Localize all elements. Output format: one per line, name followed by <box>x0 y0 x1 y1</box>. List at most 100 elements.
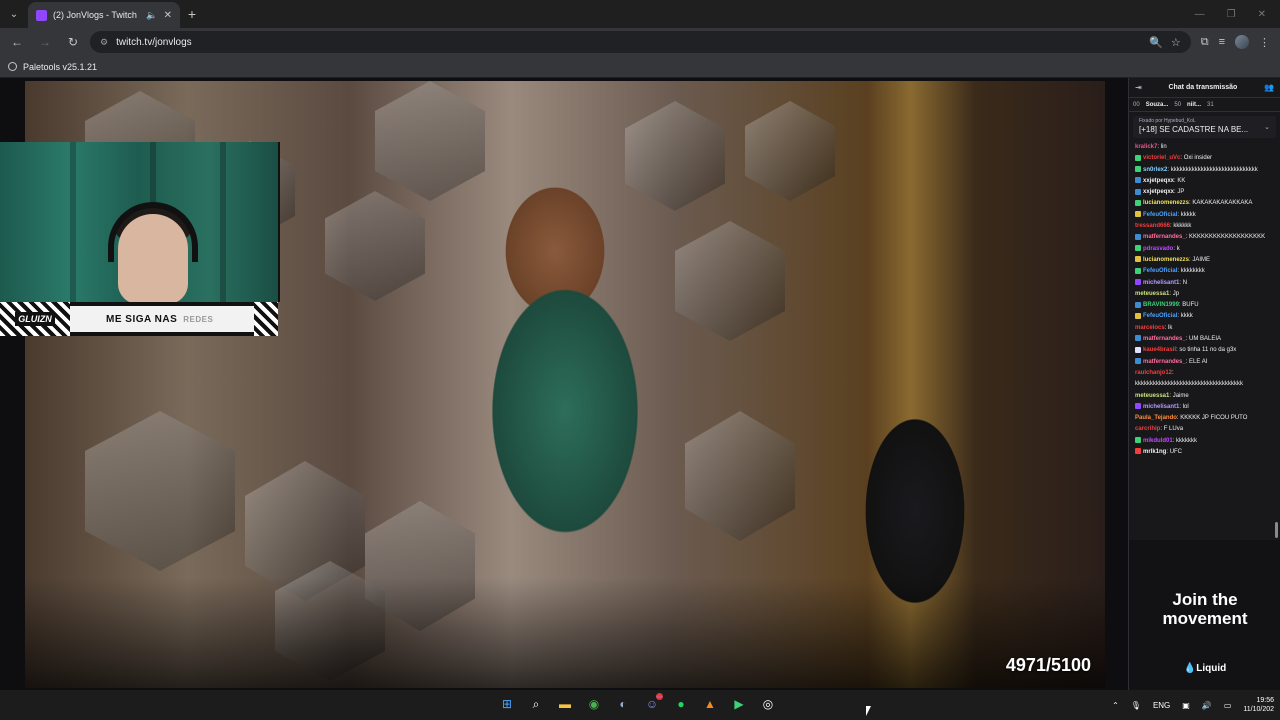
maximize-icon[interactable]: ❐ <box>1227 9 1236 20</box>
minimize-icon[interactable]: — <box>1195 9 1205 20</box>
chat-badge-icon[interactable] <box>1135 233 1141 240</box>
tab-title: (2) JonVlogs - Twitch <box>53 10 137 20</box>
chat-username[interactable]: matfernandes_ <box>1143 234 1186 240</box>
tab-close-icon[interactable]: ✕ <box>164 10 172 21</box>
chat-text: Jp <box>1172 290 1180 297</box>
leaderboard-rank: 00 <box>1133 101 1140 108</box>
search-icon[interactable]: ⌕ <box>525 693 547 715</box>
chat-badge-icon[interactable] <box>1135 245 1141 252</box>
zoom-icon[interactable]: 🔍 <box>1149 36 1163 49</box>
chat-badge-icon[interactable] <box>1135 358 1141 365</box>
chat-badge-icon[interactable] <box>1135 211 1141 218</box>
app-icon-circle[interactable]: ◎ <box>757 693 779 715</box>
discord-icon[interactable]: ☺ 99+ <box>641 693 663 715</box>
windows-start-icon[interactable]: ⊞ <box>496 693 518 715</box>
network-icon[interactable]: ▣ <box>1182 701 1190 710</box>
tab-search-button[interactable]: ⌄ <box>0 0 28 28</box>
paletools-icon[interactable] <box>8 62 17 71</box>
chat-badge-icon[interactable] <box>1135 403 1141 410</box>
chat-username[interactable]: victoriel_uVc <box>1143 155 1180 161</box>
chat-badge-icon[interactable] <box>1135 437 1141 444</box>
chat-badge-icon[interactable] <box>1135 346 1141 353</box>
chat-username[interactable]: sn0rlex2 <box>1143 167 1167 173</box>
reload-button[interactable]: ↻ <box>62 31 84 53</box>
tray-overflow-icon[interactable]: ⌃ <box>1112 701 1119 710</box>
chat-username[interactable]: michelisant1 <box>1143 280 1179 286</box>
chat-text: JP <box>1177 189 1185 196</box>
chat-badge-icon[interactable] <box>1135 312 1141 319</box>
tab-audio-icon[interactable]: 🔈 <box>146 10 157 21</box>
chat-username[interactable]: michelisant1 <box>1143 404 1179 410</box>
chat-username[interactable]: FefeuOficial <box>1143 212 1177 218</box>
chat-username[interactable]: Paula_Tejando <box>1135 415 1177 421</box>
chat-badge-icon[interactable] <box>1135 256 1141 263</box>
spotify-icon[interactable]: ● <box>670 693 692 715</box>
forward-button[interactable]: → <box>34 31 56 53</box>
chat-badge-icon[interactable] <box>1135 166 1141 173</box>
volume-icon[interactable]: 🔊 <box>1202 701 1212 710</box>
community-icon[interactable]: 👥 <box>1264 83 1274 92</box>
chat-username[interactable]: meteuessa1 <box>1135 291 1169 297</box>
app-icon-orange[interactable]: ▲ <box>699 693 721 715</box>
chat-username[interactable]: lucianomenezzs <box>1143 257 1189 263</box>
chat-username[interactable]: lucianomenezzs <box>1143 200 1189 206</box>
battery-icon[interactable]: ▭ <box>1224 701 1232 710</box>
chat-username[interactable]: mikduld01 <box>1143 438 1173 444</box>
chat-scrollbar[interactable] <box>1275 522 1278 538</box>
chat-username[interactable]: mrlk1ng <box>1143 449 1166 455</box>
chat-username[interactable]: matfernandes_ <box>1143 359 1186 365</box>
extensions-icon[interactable]: ⧉ <box>1201 36 1209 49</box>
clock[interactable]: 19:56 11/10/202 <box>1243 696 1274 714</box>
chat-username[interactable]: BRAVIN1999 <box>1143 302 1179 308</box>
pinned-message[interactable]: Fixado por Hypebud_KoL [+18] SE CADASTRE… <box>1133 116 1276 138</box>
extension-label[interactable]: Paletools v25.1.21 <box>23 62 97 72</box>
chat-badge-icon[interactable] <box>1135 267 1141 274</box>
new-tab-button[interactable]: + <box>180 6 204 22</box>
chat-username[interactable]: FefeuOficial <box>1143 313 1177 319</box>
chat-username[interactable]: kralick7 <box>1135 144 1157 150</box>
site-info-icon[interactable]: ⚙ <box>100 37 108 48</box>
browser-tab-active[interactable]: (2) JonVlogs - Twitch 🔈 ✕ <box>28 2 180 28</box>
chat-badge-icon[interactable] <box>1135 199 1141 206</box>
app-icon-green[interactable]: ▶ <box>728 693 750 715</box>
chat-username[interactable]: FefeuOficial <box>1143 268 1177 274</box>
chat-username[interactable]: xxjetpeqxx <box>1143 189 1174 195</box>
chat-username[interactable]: matfernandes_ <box>1143 336 1186 342</box>
bookmark-star-icon[interactable]: ☆ <box>1171 36 1181 49</box>
chat-badge-icon[interactable] <box>1135 301 1141 308</box>
back-button[interactable]: ← <box>6 31 28 53</box>
chat-username[interactable]: xxjetpeqxx <box>1143 178 1174 184</box>
chrome-icon[interactable]: ◉ <box>583 693 605 715</box>
chat-username[interactable]: carcrihip <box>1135 426 1160 432</box>
file-explorer-icon[interactable]: ▬ <box>554 693 576 715</box>
chat-leaderboard[interactable]: 00 Souza... 50 niit... 31 <box>1129 98 1280 112</box>
chat-message: kaue4brasil: so tinha 11 no da g3x <box>1135 345 1274 356</box>
chat-ad[interactable]: Join the movement 💧Liquid <box>1129 540 1280 690</box>
chat-badge-icon[interactable] <box>1135 335 1141 342</box>
chat-username[interactable]: raulchanjo12 <box>1135 370 1172 376</box>
chat-badge-icon[interactable] <box>1135 188 1141 195</box>
collapse-chat-icon[interactable]: ⇥ <box>1135 83 1142 92</box>
chat-badge-icon[interactable] <box>1135 278 1141 285</box>
browser-menu-icon[interactable]: ⋮ <box>1259 36 1270 49</box>
banner-strip: ME SIGA NAS REDES <box>70 306 254 332</box>
chat-badge-icon[interactable] <box>1135 177 1141 184</box>
microphone-icon[interactable]: 🎙 <box>1131 701 1141 710</box>
address-bar[interactable]: ⚙ twitch.tv/jonvlogs 🔍 ☆ <box>90 31 1191 53</box>
language-indicator[interactable]: ENG <box>1153 701 1170 710</box>
chat-username[interactable]: pdrasvado <box>1143 246 1173 252</box>
chat-username[interactable]: tressand666 <box>1135 223 1170 229</box>
media-control-icon[interactable]: ≡ <box>1219 36 1225 48</box>
profile-avatar[interactable] <box>1235 35 1249 49</box>
chat-text: lol <box>1182 403 1189 410</box>
chat-badge-icon[interactable] <box>1135 448 1141 455</box>
chevron-down-icon[interactable]: ⌄ <box>1264 123 1270 131</box>
chat-message: Paula_Tejando: KKKKK JP FICOU PUTO <box>1135 413 1274 424</box>
close-window-icon[interactable]: ✕ <box>1258 9 1266 20</box>
chat-text: F LUva <box>1163 426 1184 433</box>
chat-username[interactable]: marcelocs <box>1135 325 1165 331</box>
chat-username[interactable]: meteuessa1 <box>1135 393 1169 399</box>
chat-username[interactable]: kaue4brasil <box>1143 347 1176 353</box>
chat-badge-icon[interactable] <box>1135 154 1141 161</box>
steam-icon[interactable]: ◐ <box>612 693 634 715</box>
